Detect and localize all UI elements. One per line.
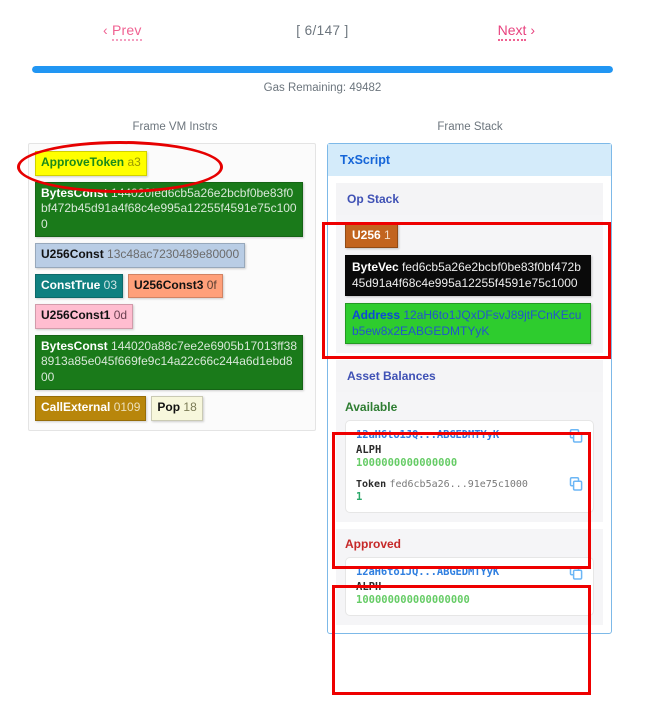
op-stack-type: U256 [352,228,381,242]
page-counter: [ 6/147 ] [296,23,349,38]
instruction-chip[interactable]: U256Const1 0d [35,304,134,329]
approved-title: Approved [345,537,402,551]
frame-title: TxScript [328,144,611,176]
instruction-operand: 18 [180,400,197,414]
available-token-row: Token fed6cb5a26...91e75c1000 1 [356,476,583,503]
op-stack-body: U256 1 ByteVec fed6cb5a26e2bcbf0be83f0bf4… [336,215,603,353]
instruction-chip[interactable]: BytesConst 144020fed6cb5a26e2bcbf0be83f0… [35,181,303,237]
approved-balance-card: 12aH6to1JQ...ABGEDMTYyK ALPH 10000000000… [345,557,594,616]
approved-symbol: ALPH [356,581,382,593]
instruction-opcode: U256Const [41,247,104,261]
copy-icon[interactable] [569,429,583,443]
instruction-opcode: ConstTrue [41,277,101,292]
available-token-line: Token fed6cb5a26...91e75c1000 [356,476,561,490]
op-stack-type: Address [352,308,401,322]
op-stack-item: U256 1 [345,223,594,248]
asset-balances-title: Asset Balances [336,360,603,392]
instruction-chip[interactable]: Pop 18 [151,396,203,421]
frame-vm-instrs-title: Frame VM Instrs [132,121,218,133]
instruction-operand: 0d [110,308,128,322]
instruction-chip[interactable]: BytesConst 144020a88c7ee2e6905b17013ff38… [35,334,303,390]
available-token-amount: 1 [356,491,363,503]
instruction-line: CallExternal 0109 Pop 18 [35,396,309,421]
next-label: Next [497,22,527,41]
pager: ‹ Prev [ 6/147 ] Next › [0,22,645,52]
available-address: 12aH6to1JQ...ABGEDMTYyK [356,429,500,441]
instruction-operand: a3 [124,155,141,169]
instruction-line: BytesConst 144020a88c7ee2e6905b17013ff38… [35,334,309,390]
progress-bar[interactable] [32,66,613,73]
approved-alph-row: 12aH6to1JQ...ABGEDMTYyK ALPH 10000000000… [356,566,583,606]
instruction-line: BytesConst 144020fed6cb5a26e2bcbf0be83f0… [35,181,309,237]
available-balance-group: Available 12aH6to1JQ...ABGEDMTYyK ALPH 1… [336,392,603,522]
next-arrow-icon: › [530,22,535,38]
progress-fill [32,66,613,73]
available-alph-row: 12aH6to1JQ...ABGEDMTYyK ALPH 10000000000… [356,429,583,469]
instruction-opcode: Pop [157,400,181,414]
instruction-chip[interactable]: U256Const3 0f [128,273,223,298]
op-stack-item: ByteVec fed6cb5a26e2bcbf0be83f0bf472b45d… [345,255,594,296]
approved-balance-group: Approved 12aH6to1JQ...ABGEDMTYyK ALPH 10… [336,529,603,625]
instruction-operand: 03 [100,277,118,292]
instruction-line: U256Const 13c48ac7230489e80000 [35,243,309,268]
instruction-operand: 0f [203,277,217,292]
instruction-opcode: U256Const1 [41,308,111,322]
available-symbol: ALPH [356,444,382,456]
op-stack-title: Op Stack [336,183,603,215]
gas-remaining-label: Gas Remaining: 49482 [263,82,382,94]
next-button[interactable]: Next › [497,22,535,41]
instruction-operand: 0109 [110,400,141,414]
op-stack-type: ByteVec [352,260,399,274]
instruction-operand: 13c48ac7230489e80000 [103,247,240,261]
instruction-line: ApproveToken a3 [35,151,309,176]
op-stack-chip[interactable]: ByteVec fed6cb5a26e2bcbf0be83f0bf472b45d… [345,255,591,296]
instruction-opcode: ApproveToken [41,155,125,169]
available-token-label: Token [356,479,387,490]
instruction-chip[interactable]: CallExternal 0109 [35,396,147,421]
approved-address: 12aH6to1JQ...ABGEDMTYyK [356,566,500,578]
op-stack-item: Address 12aH6to1JQxDFsvJ89jtFCnKEcub5ew8… [345,303,594,344]
available-title: Available [345,400,398,414]
approved-amount: 100000000000000000 [356,594,470,606]
op-stack-value: 1 [380,228,391,242]
instruction-line: U256Const1 0d [35,304,309,329]
available-balance-card: 12aH6to1JQ...ABGEDMTYyK ALPH 10000000000… [345,420,594,513]
instruction-chip[interactable]: ApproveToken a3 [35,151,147,176]
instruction-opcode: CallExternal [41,400,111,414]
op-stack-chip[interactable]: U256 1 [345,223,398,248]
copy-icon[interactable] [569,566,583,580]
copy-icon[interactable] [569,477,583,491]
instruction-opcode: BytesConst [41,338,108,353]
instruction-line: ConstTrue 03 U256Const3 0f [35,273,309,298]
op-stack-chip[interactable]: Address 12aH6to1JQxDFsvJ89jtFCnKEcub5ew8… [345,303,591,344]
instruction-opcode: BytesConst [41,185,108,200]
available-amount: 1000000000000000 [356,457,458,469]
instruction-chip[interactable]: ConstTrue 03 [35,273,124,298]
instruction-chip[interactable]: U256Const 13c48ac7230489e80000 [35,243,246,268]
vm-instructions-panel: ApproveToken a3 BytesConst 144020fed6cb5a… [28,143,316,431]
frame-stack-title: Frame Stack [437,121,503,133]
available-token-id: fed6cb5a26...91e75c1000 [389,479,528,490]
frame-stack-panel: TxScript Op Stack U256 1 ByteVec fed6cb5a… [327,143,612,634]
instruction-opcode: U256Const3 [134,277,204,292]
